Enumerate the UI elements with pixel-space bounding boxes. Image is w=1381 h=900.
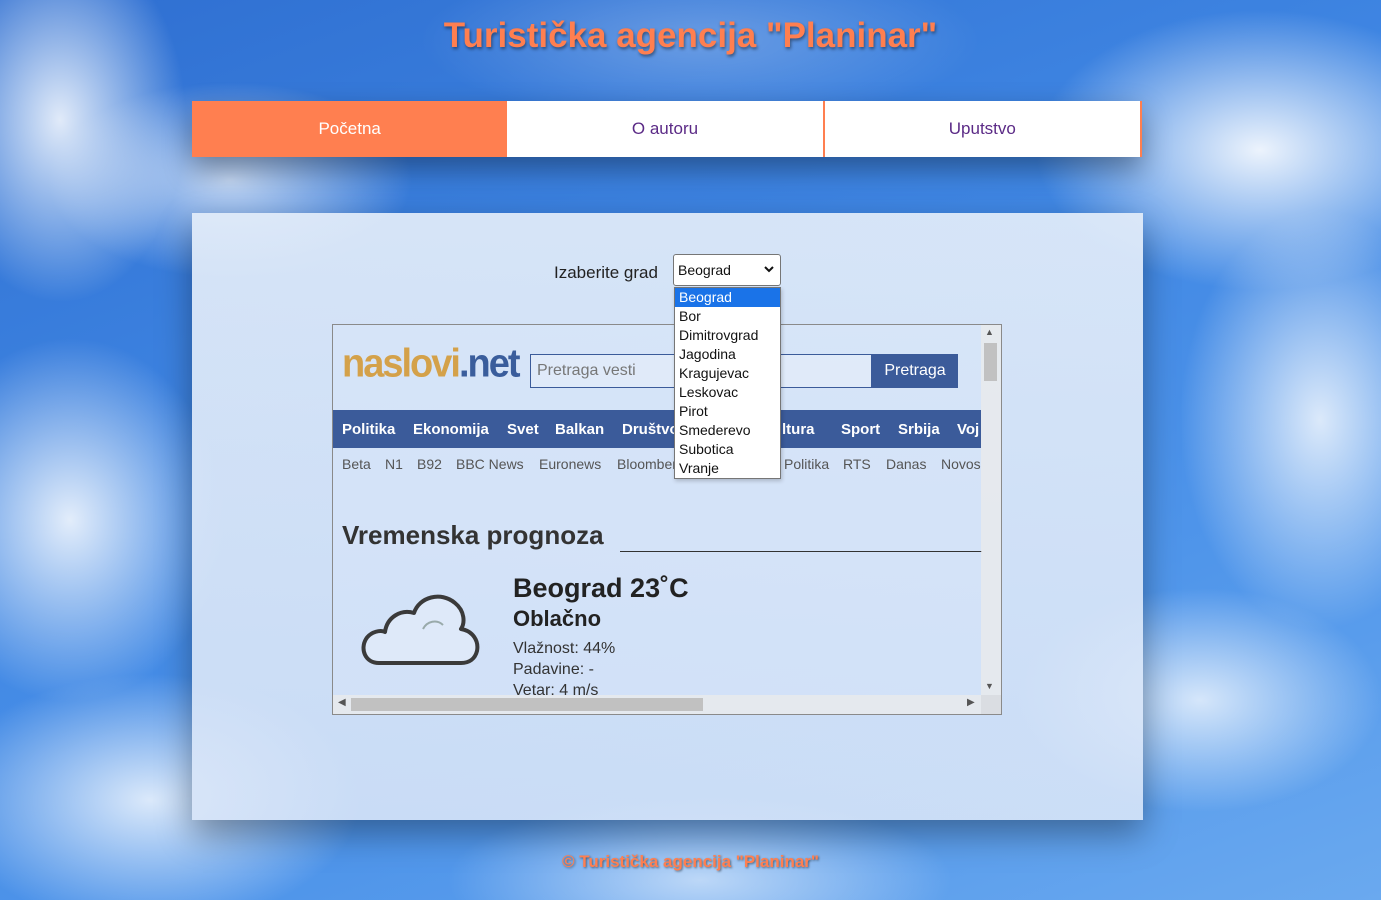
source-link[interactable]: BBC News — [456, 456, 524, 472]
logo-part-2: .net — [458, 341, 521, 387]
source-link[interactable]: Politika — [784, 456, 829, 472]
site-title: Turistička agencija "Planinar" — [443, 16, 938, 55]
city-option-kragujevac[interactable]: Kragujevac — [675, 364, 780, 383]
city-option-leskovac[interactable]: Leskovac — [675, 383, 780, 402]
site-footer: © Turistička agencija "Planinar" — [562, 852, 819, 871]
source-link[interactable]: B92 — [417, 456, 442, 472]
city-option-pirot[interactable]: Pirot — [675, 402, 780, 421]
news-weather-widget: naslovi.net Pretraga vesti Pretraga Poli… — [332, 324, 1002, 715]
source-link[interactable]: Beta — [342, 456, 371, 472]
scroll-left-icon[interactable]: ◀ — [338, 697, 346, 708]
city-option-subotica[interactable]: Subotica — [675, 440, 780, 459]
category-link[interactable]: Društvo — [622, 421, 679, 438]
main-content: Izaberite grad Beograd Beograd Bor Dimit… — [192, 213, 1143, 820]
source-link[interactable]: N1 — [385, 456, 403, 472]
city-select-value: Beograd — [678, 262, 731, 278]
scroll-down-icon[interactable]: ▼ — [985, 681, 994, 691]
nav-tab-pocetna[interactable]: Početna — [192, 101, 508, 157]
weather-temperature: 23˚C — [630, 573, 689, 603]
weather-city-temp: Beograd 23˚C — [513, 573, 689, 604]
source-link[interactable]: RTS — [843, 456, 871, 472]
city-dropdown-list: Beograd Bor Dimitrovgrad Jagodina Kraguj… — [674, 287, 781, 479]
vertical-scroll-thumb[interactable] — [984, 343, 997, 381]
city-select[interactable]: Beograd — [673, 254, 781, 286]
city-option-bor[interactable]: Bor — [675, 307, 780, 326]
category-link[interactable]: Ekonomija — [413, 421, 489, 438]
scroll-right-icon[interactable]: ▶ — [967, 697, 975, 708]
weather-humidity: Vlažnost: 44% — [513, 640, 616, 657]
horizontal-scroll-thumb[interactable] — [351, 698, 703, 711]
source-link[interactable]: Euronews — [539, 456, 601, 472]
weather-precipitation: Padavine: - — [513, 661, 594, 678]
category-link[interactable]: Sport — [841, 421, 880, 438]
city-select-label: Izaberite grad — [554, 263, 658, 282]
weather-city: Beograd — [513, 573, 623, 603]
nav-tab-uputstvo[interactable]: Uputstvo — [824, 101, 1142, 157]
city-option-beograd[interactable]: Beograd — [675, 288, 780, 307]
scrollbar-corner — [981, 695, 1001, 714]
weather-condition: Oblačno — [513, 606, 602, 631]
category-link[interactable]: Balkan — [555, 421, 604, 438]
category-link[interactable]: Politika — [342, 421, 395, 438]
news-category-bar: Politika Ekonomija Svet Balkan Društvo K… — [333, 410, 981, 448]
widget-horizontal-scrollbar[interactable]: ◀ ▶ — [333, 695, 981, 714]
logo-part-1: naslovi — [342, 341, 461, 387]
main-nav: Početna O autoru Uputstvo — [192, 101, 1142, 157]
city-option-jagodina[interactable]: Jagodina — [675, 345, 780, 364]
naslovi-logo[interactable]: naslovi.net — [342, 341, 521, 387]
scroll-up-icon[interactable]: ▲ — [985, 327, 994, 337]
category-link[interactable]: Svet — [507, 421, 539, 438]
city-option-dimitrovgrad[interactable]: Dimitrovgrad — [675, 326, 780, 345]
city-option-vranje[interactable]: Vranje — [675, 459, 780, 478]
category-link[interactable]: Srbija — [898, 421, 940, 438]
widget-vertical-scrollbar[interactable]: ▲ ▼ — [981, 325, 1001, 695]
cloud-icon — [361, 594, 480, 665]
source-link[interactable]: Novos — [941, 456, 981, 472]
heading-divider — [620, 551, 982, 552]
source-link[interactable]: Danas — [886, 456, 926, 472]
category-link[interactable]: Voj — [957, 421, 979, 438]
weather-heading: Vremenska prognoza — [342, 520, 604, 550]
nav-tab-o-autoru[interactable]: O autoru — [507, 101, 825, 157]
chevron-down-icon — [764, 266, 774, 273]
news-search-button[interactable]: Pretraga — [872, 354, 958, 388]
city-option-smederevo[interactable]: Smederevo — [675, 421, 780, 440]
